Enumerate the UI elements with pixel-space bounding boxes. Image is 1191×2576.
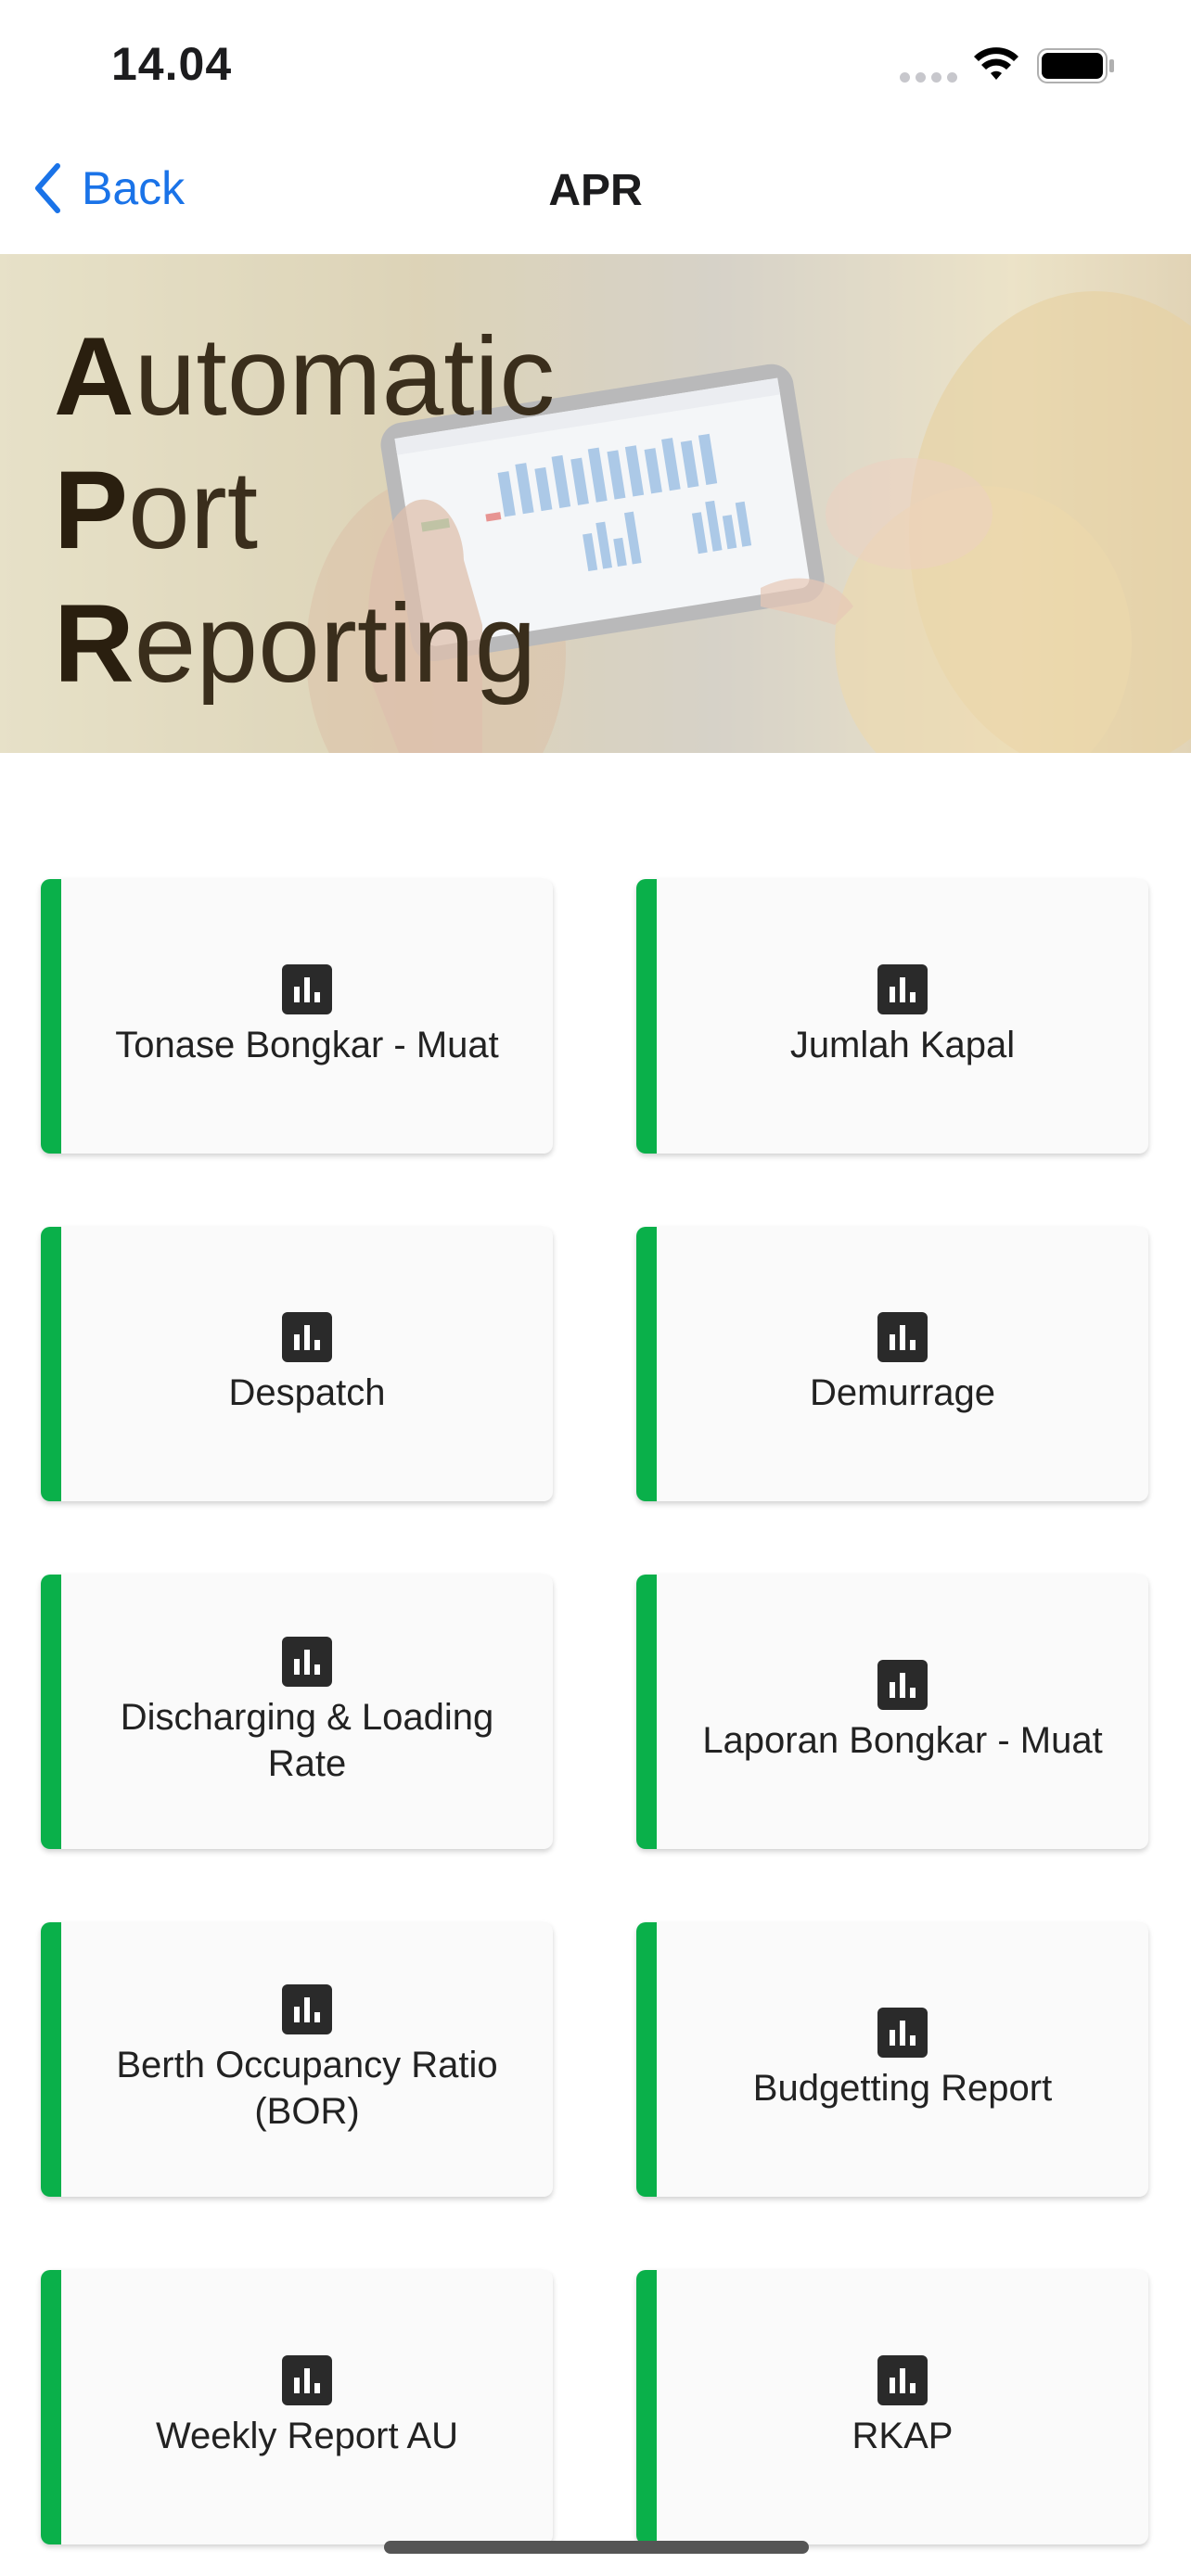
menu-card[interactable]: Weekly Report AU bbox=[41, 2270, 553, 2544]
menu-card[interactable]: RKAP bbox=[636, 2270, 1148, 2544]
menu-card-label: Demurrage bbox=[809, 1372, 996, 1413]
bar-chart-icon bbox=[877, 1660, 928, 1710]
menu-card-label: Berth Occupancy Ratio (BOR) bbox=[116, 2045, 498, 2132]
menu-card[interactable]: Berth Occupancy Ratio (BOR) bbox=[41, 1922, 553, 2197]
menu-card-label: Laporan Bongkar - Muat bbox=[702, 1720, 1103, 1761]
bar-chart-icon bbox=[877, 2008, 928, 2058]
menu-card-label: Discharging & Loading Rate bbox=[120, 1697, 494, 1784]
menu-card-label: Jumlah Kapal bbox=[789, 1025, 1016, 1065]
menu-card-label: Budgetting Report bbox=[752, 2068, 1053, 2109]
menu-card[interactable]: Discharging & Loading Rate bbox=[41, 1575, 553, 1849]
page-title: APR bbox=[548, 166, 643, 215]
menu-card-label: RKAP bbox=[852, 2416, 954, 2456]
menu-card[interactable]: Tonase Bongkar - Muat bbox=[41, 879, 553, 1154]
heading-initial: R bbox=[54, 581, 134, 706]
home-indicator[interactable] bbox=[384, 2541, 809, 2554]
card-accent-bar bbox=[41, 1227, 61, 1501]
status-bar: 14.04 bbox=[0, 0, 1191, 130]
heading-text: utomatic bbox=[134, 314, 556, 439]
hero-banner: Automatic Port Reporting bbox=[0, 254, 1191, 753]
card-accent-bar bbox=[41, 879, 61, 1154]
bar-chart-icon bbox=[877, 1312, 928, 1362]
menu-card[interactable]: Jumlah Kapal bbox=[636, 879, 1148, 1154]
battery-icon bbox=[1037, 48, 1114, 83]
bar-chart-icon bbox=[282, 2355, 332, 2405]
bar-chart-icon bbox=[877, 2355, 928, 2405]
menu-card[interactable]: Despatch bbox=[41, 1227, 553, 1501]
status-time: 14.04 bbox=[111, 38, 233, 90]
card-accent-bar bbox=[636, 1227, 657, 1501]
heading-initial: P bbox=[54, 448, 129, 572]
card-accent-bar bbox=[636, 1575, 657, 1849]
heading-initial: A bbox=[54, 314, 134, 439]
menu-card[interactable]: Budgetting Report bbox=[636, 1922, 1148, 2197]
bar-chart-icon bbox=[282, 964, 332, 1014]
bar-chart-icon bbox=[282, 1984, 332, 2034]
banner-heading: Automatic Port Reporting bbox=[54, 310, 555, 710]
navigation-bar: Back APR bbox=[0, 130, 1191, 254]
menu-card[interactable]: Laporan Bongkar - Muat bbox=[636, 1575, 1148, 1849]
menu-card[interactable]: Demurrage bbox=[636, 1227, 1148, 1501]
card-accent-bar bbox=[636, 879, 657, 1154]
card-accent-bar bbox=[41, 1922, 61, 2197]
menu-card-label: Tonase Bongkar - Muat bbox=[115, 1025, 499, 1065]
menu-card-label: Despatch bbox=[228, 1372, 386, 1413]
heading-text: eporting bbox=[134, 581, 537, 706]
wifi-icon bbox=[974, 47, 1018, 80]
menu-card-label: Weekly Report AU bbox=[155, 2416, 459, 2456]
bar-chart-icon bbox=[877, 964, 928, 1014]
heading-text: ort bbox=[128, 448, 259, 572]
signal-icon bbox=[900, 72, 957, 83]
bar-chart-icon bbox=[282, 1637, 332, 1687]
card-accent-bar bbox=[41, 1575, 61, 1849]
bar-chart-icon bbox=[282, 1312, 332, 1362]
card-accent-bar bbox=[41, 2270, 61, 2544]
card-accent-bar bbox=[636, 2270, 657, 2544]
card-accent-bar bbox=[636, 1922, 657, 2197]
